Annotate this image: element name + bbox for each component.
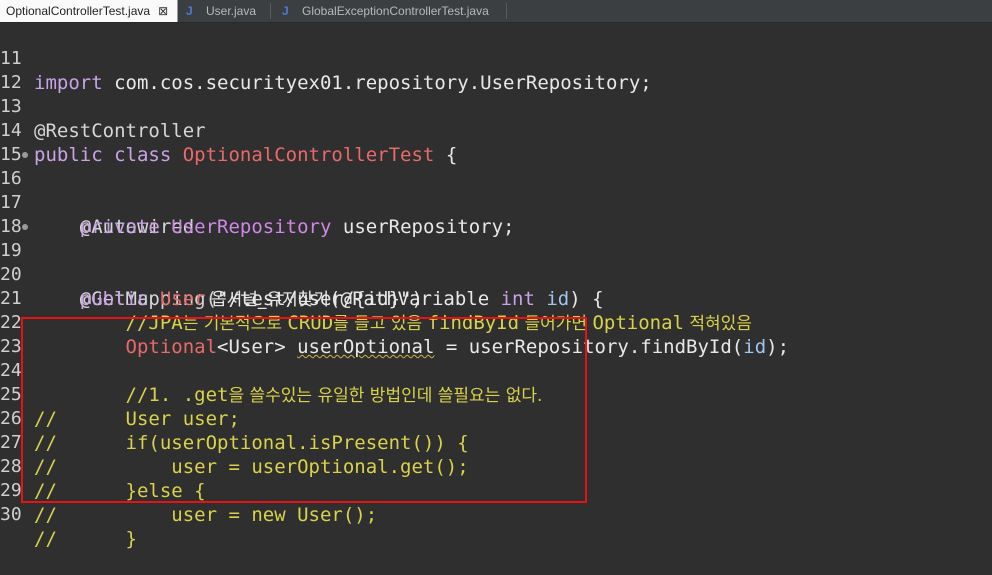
code-token: ); xyxy=(766,336,790,358)
code-token: (@PathVariable xyxy=(329,288,501,310)
code-token: id xyxy=(534,288,570,310)
tab-user[interactable]: J User.java xyxy=(180,0,270,22)
tab-divider xyxy=(506,3,507,19)
code-token: ) { xyxy=(569,288,604,310)
code-token: // } xyxy=(34,528,137,550)
java-file-icon: J xyxy=(282,4,289,18)
code-line: 17 private UserRepository userRepository… xyxy=(0,167,514,238)
java-file-icon: J xyxy=(186,4,193,18)
fold-toggle-icon[interactable] xyxy=(22,224,28,230)
code-token: 적혀있음 xyxy=(683,314,752,334)
code-token: public xyxy=(34,288,160,310)
fold-toggle-icon[interactable] xyxy=(22,152,28,158)
code-token: id xyxy=(743,336,767,358)
code-token: User xyxy=(159,288,206,310)
code-line: 20 public User 옵셔널_유저찾기(@PathVariable in… xyxy=(0,239,604,310)
code-line: 22 Optional<User> userOptional = userRep… xyxy=(0,287,789,358)
highlight-box xyxy=(21,317,587,503)
code-token: @RestController xyxy=(34,120,206,142)
code-line: 14 public class OptionalControllerTest { xyxy=(0,95,457,166)
tab-globalexceptioncontrollertest[interactable]: J GlobalExceptionControllerTest.java xyxy=(276,0,506,22)
code-token: userRepository; xyxy=(331,216,515,238)
code-line: 19 @GetMapping("/test/user/{id}") xyxy=(0,215,423,310)
code-token: Optional xyxy=(592,312,684,334)
code-token: private xyxy=(34,216,172,238)
code-token: com.cos.securityex01.repository.UserRepo… xyxy=(102,72,652,94)
close-icon[interactable]: ⊠ xyxy=(158,4,168,18)
code-token: public class xyxy=(34,144,183,166)
code-token: OptionalControllerTest xyxy=(182,144,435,166)
tab-label: GlobalExceptionControllerTest.java xyxy=(302,4,489,18)
code-line: 12 xyxy=(0,47,46,93)
code-token: { xyxy=(434,144,458,166)
code-token: 옵셔널_유저찾기 xyxy=(205,290,329,310)
code-editor[interactable]: 11 import com.cos.securityex01.repositor… xyxy=(0,23,992,550)
tab-label: OptionalControllerTest.java xyxy=(6,4,151,18)
editor-tab-bar: OptionalControllerTest.java ⊠ J User.jav… xyxy=(0,0,992,23)
code-line: 11 import com.cos.securityex01.repositor… xyxy=(0,23,652,94)
tab-label: User.java xyxy=(206,4,257,18)
tab-optionalcontrollertest[interactable]: OptionalControllerTest.java ⊠ xyxy=(0,0,178,22)
code-line: 16 @Autowired xyxy=(0,143,194,238)
code-line: 18 xyxy=(0,191,46,237)
code-token: int xyxy=(500,288,535,310)
code-token: UserRepository xyxy=(171,216,332,238)
tab-divider xyxy=(270,3,271,19)
code-line: 21 //JPA는 기본적으로 CRUD를 들고 있음 findById 들어가… xyxy=(0,263,752,334)
code-line: 13 @RestController xyxy=(0,71,206,142)
code-line: 15 xyxy=(0,119,46,165)
